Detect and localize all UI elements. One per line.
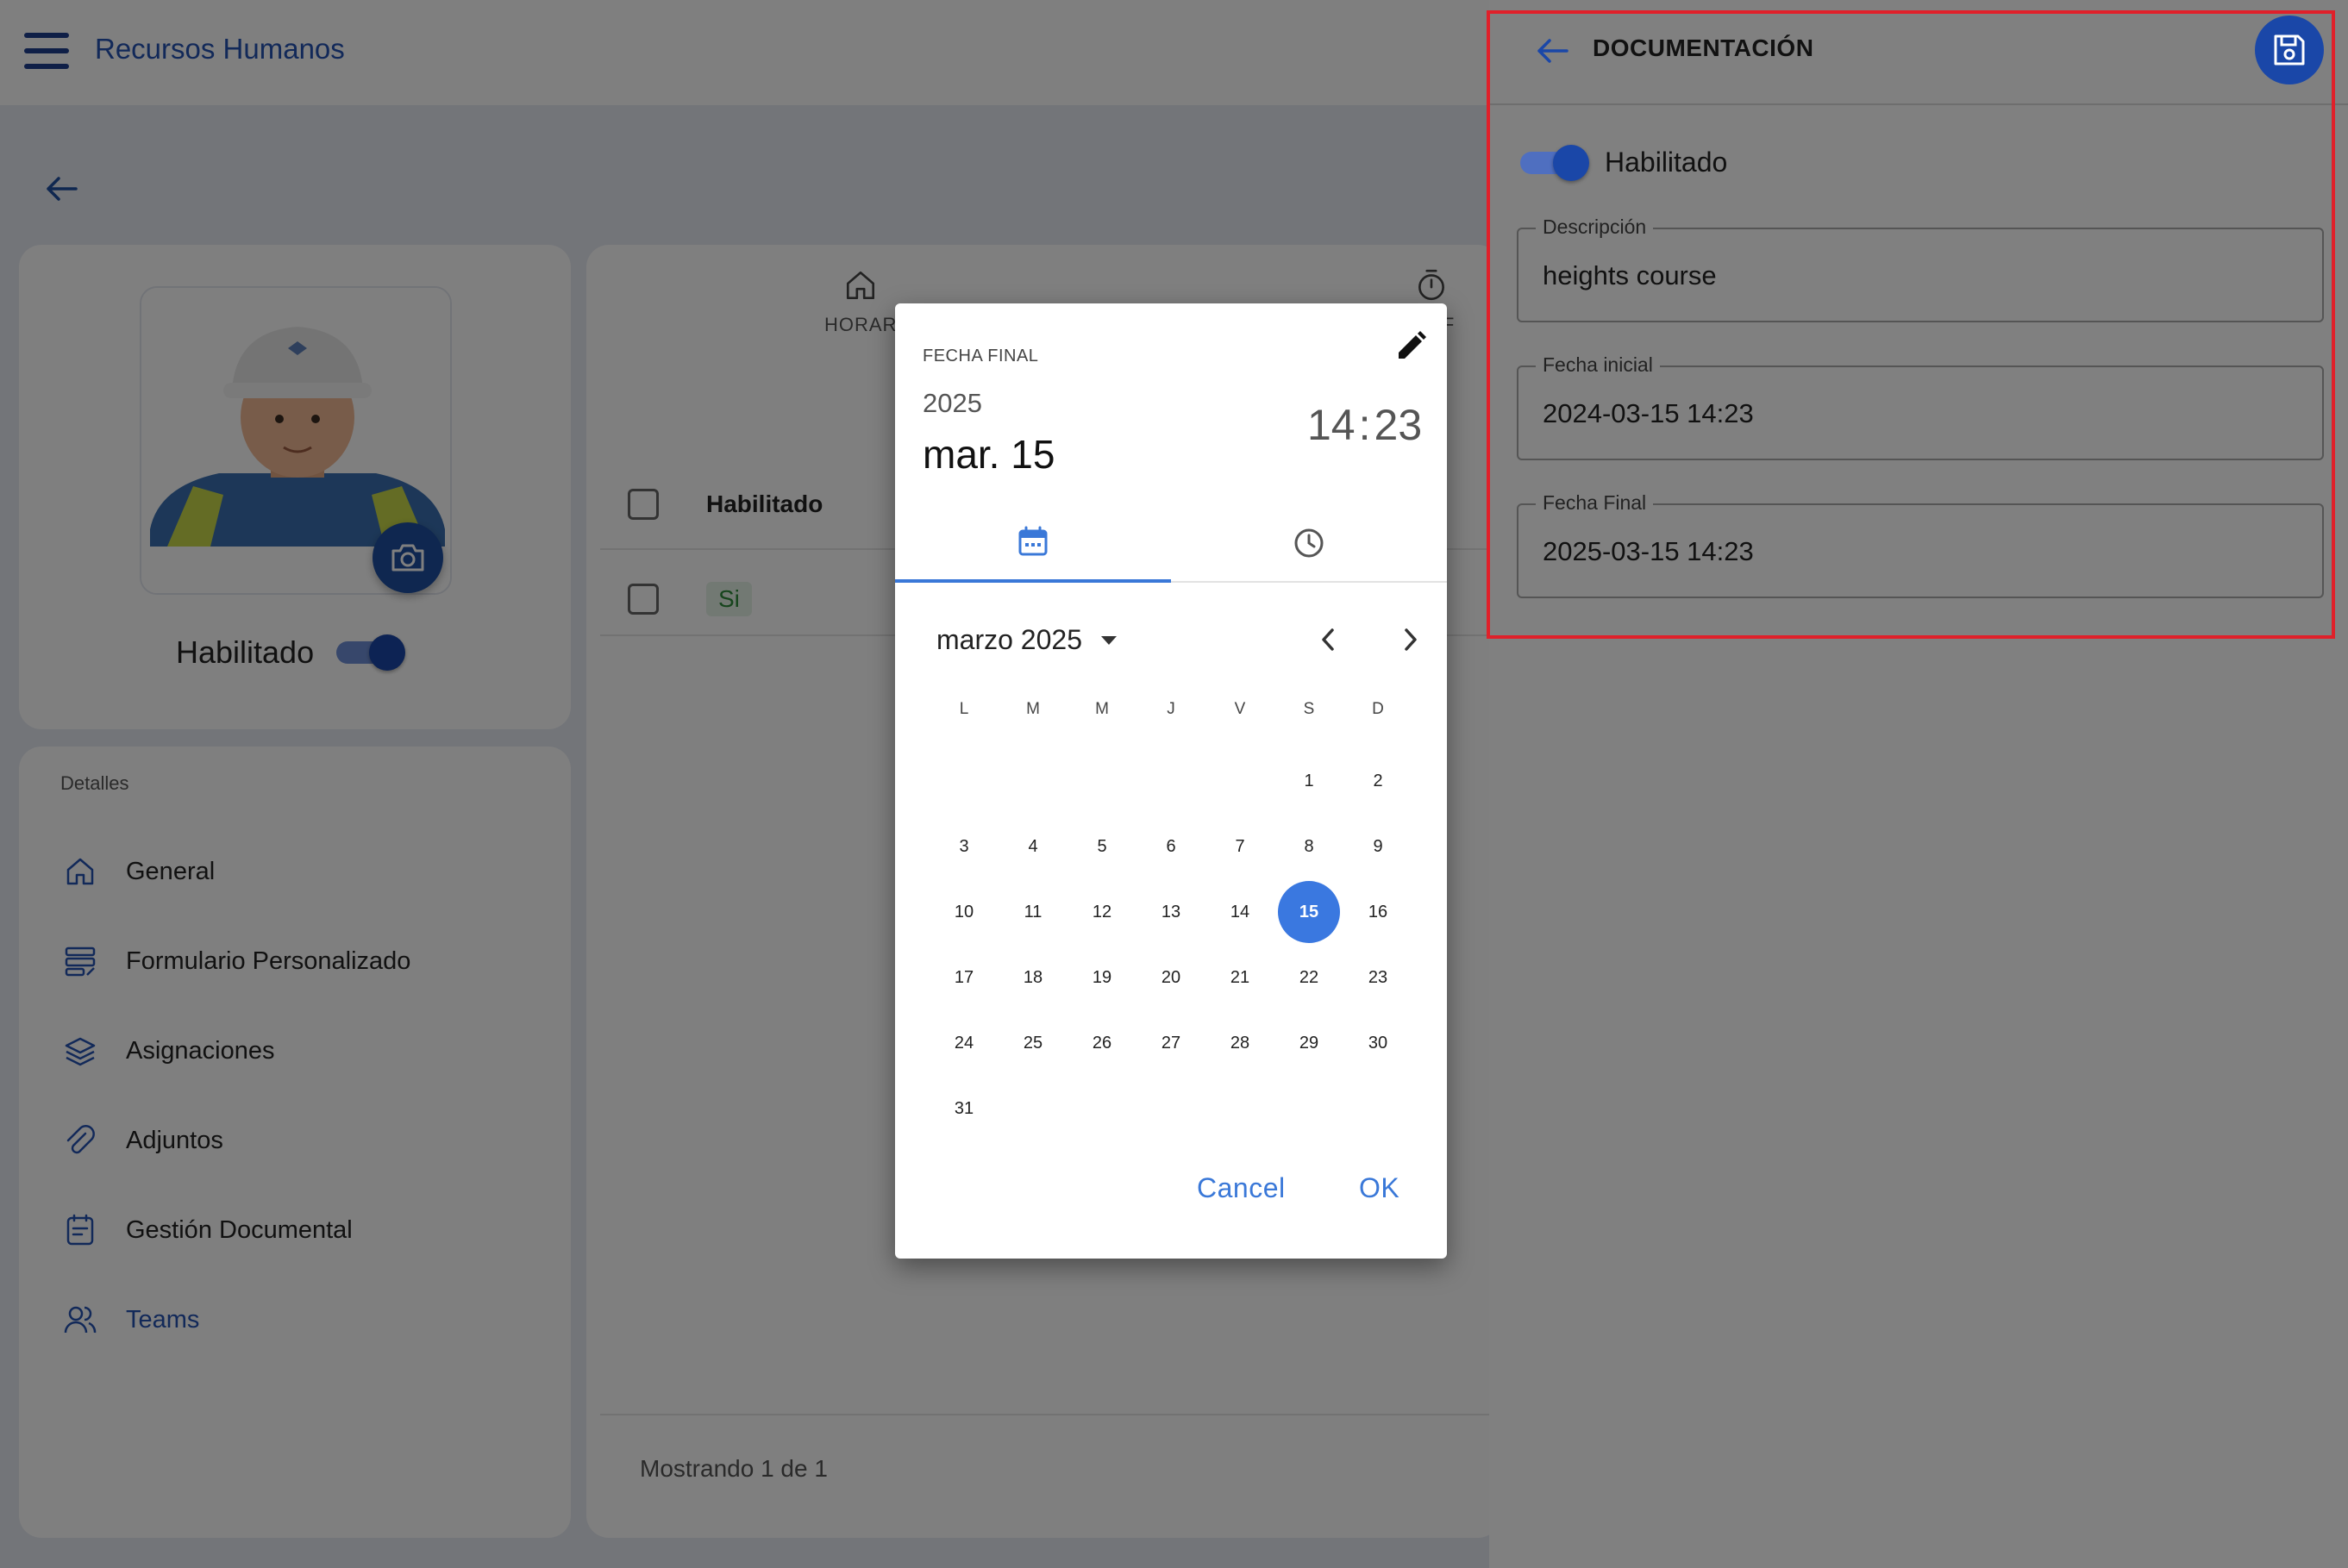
end-date-label: Fecha Final xyxy=(1536,491,1654,515)
calendar-day[interactable]: 27 xyxy=(1140,1012,1202,1074)
calendar-day[interactable]: 10 xyxy=(933,881,995,943)
cancel-button[interactable]: Cancel xyxy=(1197,1172,1286,1204)
calendar-day[interactable]: 29 xyxy=(1278,1012,1340,1074)
start-date-field[interactable]: Fecha inicial xyxy=(1517,353,2324,460)
calendar-day[interactable]: 8 xyxy=(1278,815,1340,878)
date-picker-caption: FECHA FINAL xyxy=(923,347,1039,365)
calendar-day[interactable]: 28 xyxy=(1209,1012,1271,1074)
calendar-day[interactable]: 25 xyxy=(1002,1012,1064,1074)
selected-year[interactable]: 2025 xyxy=(923,388,982,419)
calendar-day[interactable]: 26 xyxy=(1071,1012,1133,1074)
calendar-day[interactable]: 6 xyxy=(1140,815,1202,878)
weekday-label: V xyxy=(1234,700,1246,718)
selected-time[interactable]: 14 : 23 xyxy=(1307,400,1422,450)
description-label: Descripción xyxy=(1536,216,1654,239)
calendar-day[interactable]: 23 xyxy=(1347,946,1409,1009)
calendar-day[interactable]: 11 xyxy=(1002,881,1064,943)
date-picker-dialog: FECHA FINAL 2025 mar. 15 14 : 23 marzo 2… xyxy=(895,303,1447,1259)
drawer-enabled-row: Habilitado xyxy=(1520,144,1728,181)
calendar-day-selected[interactable]: 15 xyxy=(1278,881,1340,943)
selected-minute[interactable]: 23 xyxy=(1374,400,1423,450)
start-date-label: Fecha inicial xyxy=(1536,353,1660,377)
month-label: marzo 2025 xyxy=(936,624,1082,655)
description-field[interactable]: Descripción xyxy=(1517,216,2324,322)
next-month-button[interactable] xyxy=(1387,615,1435,664)
calendar-day[interactable]: 2 xyxy=(1347,750,1409,812)
calendar-day[interactable]: 16 xyxy=(1347,881,1409,943)
calendar-icon xyxy=(1018,526,1048,556)
calendar-day[interactable]: 19 xyxy=(1071,946,1133,1009)
tab-time[interactable] xyxy=(1171,503,1447,583)
start-date-input[interactable] xyxy=(1543,398,2301,429)
calendar-day[interactable]: 20 xyxy=(1140,946,1202,1009)
caret-down-icon xyxy=(1100,635,1117,645)
drawer-enabled-toggle[interactable] xyxy=(1520,144,1589,181)
selected-date[interactable]: mar. 15 xyxy=(923,431,1055,478)
chevron-right-icon xyxy=(1405,628,1417,651)
weekday-label: M xyxy=(1026,700,1040,718)
weekday-label: S xyxy=(1303,700,1315,718)
clock-icon xyxy=(1294,528,1324,558)
documentation-drawer: DOCUMENTACIÓN Habilitado Descripción Fec… xyxy=(1489,0,2348,1568)
calendar-day[interactable]: 3 xyxy=(933,815,995,878)
calendar-day[interactable]: 31 xyxy=(933,1078,995,1140)
end-date-field[interactable]: Fecha Final xyxy=(1517,491,2324,598)
calendar-day[interactable]: 24 xyxy=(933,1012,995,1074)
calendar-day[interactable]: 30 xyxy=(1347,1012,1409,1074)
save-icon xyxy=(2274,34,2305,66)
drawer-title: DOCUMENTACIÓN xyxy=(1593,34,1814,61)
weekday-label: L xyxy=(959,700,969,718)
date-time-tabs xyxy=(895,503,1447,583)
save-button[interactable] xyxy=(2255,16,2324,84)
calendar-day[interactable]: 21 xyxy=(1209,946,1271,1009)
calendar-day[interactable]: 7 xyxy=(1209,815,1271,878)
chevron-left-icon xyxy=(1322,628,1334,651)
calendar-day[interactable]: 5 xyxy=(1071,815,1133,878)
calendar-day[interactable]: 14 xyxy=(1209,881,1271,943)
weekday-label: M xyxy=(1095,700,1109,718)
month-year-selector[interactable]: marzo 2025 xyxy=(936,624,1118,656)
calendar-day[interactable]: 13 xyxy=(1140,881,1202,943)
calendar-day[interactable]: 18 xyxy=(1002,946,1064,1009)
calendar-day[interactable]: 22 xyxy=(1278,946,1340,1009)
previous-month-button[interactable] xyxy=(1304,615,1352,664)
tab-date[interactable] xyxy=(895,503,1171,583)
drawer-header: DOCUMENTACIÓN xyxy=(1489,0,2348,105)
pencil-icon[interactable] xyxy=(1390,326,1431,367)
drawer-enabled-label: Habilitado xyxy=(1605,147,1728,178)
calendar-day[interactable]: 4 xyxy=(1002,815,1064,878)
ok-button[interactable]: OK xyxy=(1359,1172,1399,1204)
calendar-day[interactable]: 9 xyxy=(1347,815,1409,878)
calendar-day[interactable]: 12 xyxy=(1071,881,1133,943)
selected-hour[interactable]: 14 xyxy=(1307,400,1356,450)
end-date-input[interactable] xyxy=(1543,536,2301,567)
weekday-label: D xyxy=(1372,700,1384,718)
weekday-label: J xyxy=(1167,700,1175,718)
calendar-day[interactable]: 17 xyxy=(933,946,995,1009)
description-input[interactable] xyxy=(1543,260,2301,291)
calendar-day[interactable]: 1 xyxy=(1278,750,1340,812)
time-separator: : xyxy=(1358,401,1371,449)
back-arrow-icon[interactable] xyxy=(1532,31,1572,71)
